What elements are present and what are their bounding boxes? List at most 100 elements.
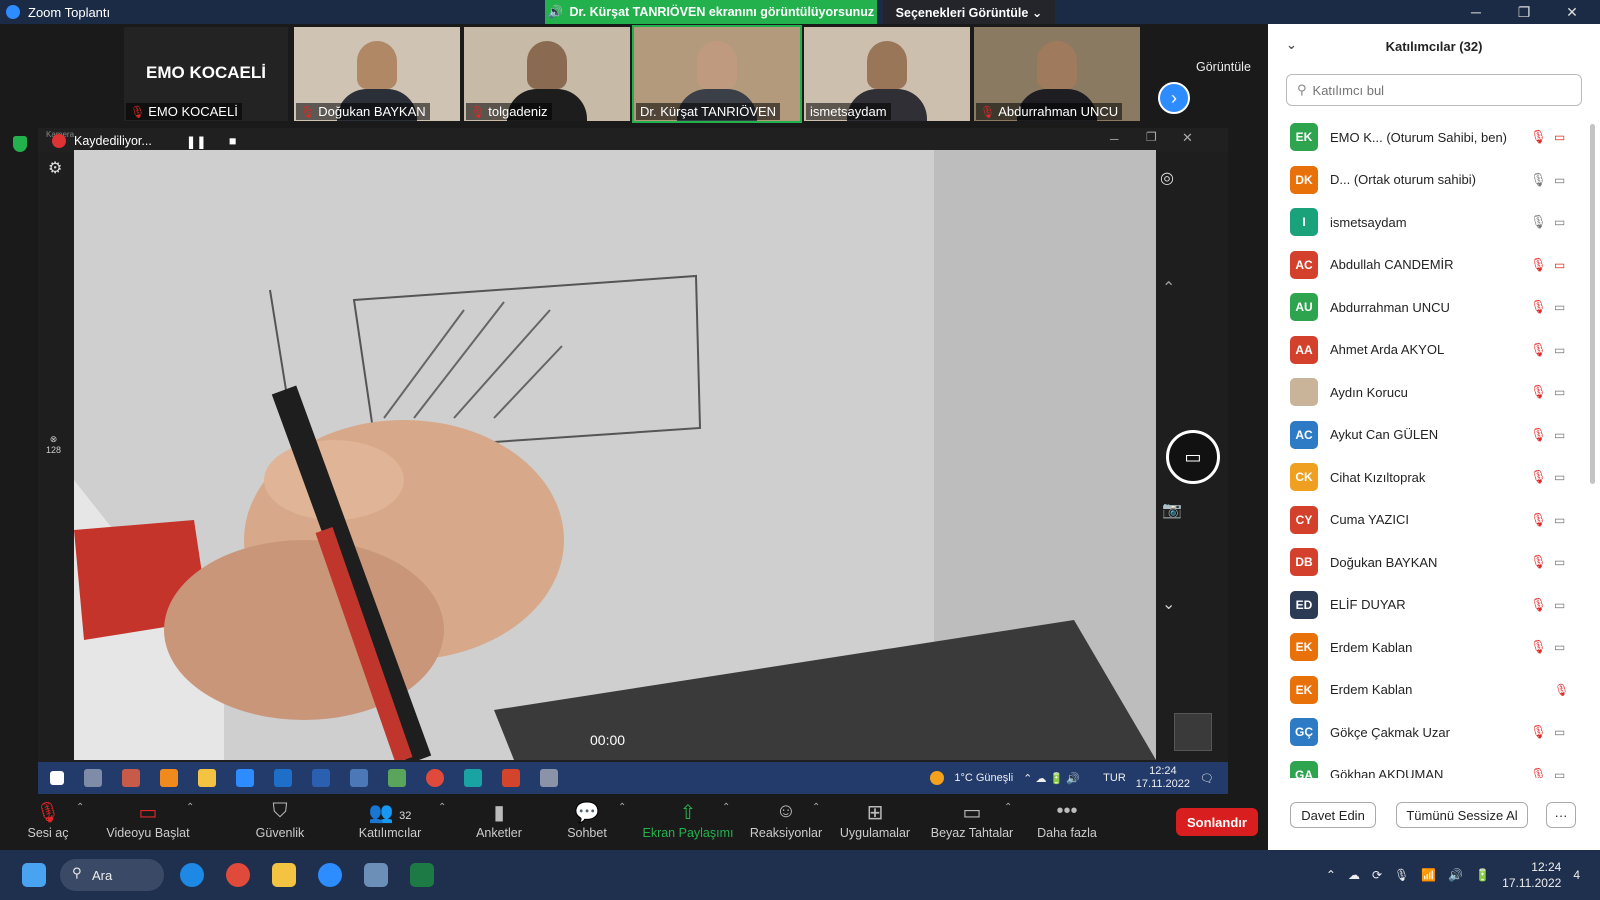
mic-muted-icon[interactable]: 🎙 [1530,512,1547,528]
security-button[interactable]: ⛉ Güvenlik [235,800,325,840]
participant-row[interactable]: GÇ Gökçe Çakmak Uzar 🎙 ▭ [1268,711,1588,754]
chevron-down-icon[interactable]: ⌄ [1162,594,1175,614]
mic-muted-icon[interactable]: 🎙 [1530,257,1547,273]
mic-muted-icon[interactable]: 🎙 [1530,767,1547,778]
video-icon[interactable]: ▭ [1554,513,1565,527]
pause-recording-icon[interactable]: ❚❚ [186,134,207,149]
mic-muted-icon[interactable]: 🎙 [1530,129,1547,145]
video-icon[interactable]: ▭ [1554,385,1565,399]
mic-muted-icon[interactable]: 🎙 [1530,597,1547,613]
video-icon[interactable]: ▭ [1554,173,1565,187]
video-tile[interactable]: EMO KOCAELİ 🎙 EMO KOCAELİ [124,27,288,121]
participant-row[interactable]: EK Erdem Kablan 🎙 ▭ [1268,626,1588,669]
view-options-button[interactable]: Seçenekleri Görüntüle ⌄ [883,0,1055,24]
search-input[interactable] [1312,82,1553,98]
video-tile[interactable]: 🎙 Doğukan BAYKAN [294,27,460,121]
video-icon[interactable]: ▭ [1554,598,1565,612]
video-tile[interactable]: 🎙 Abdurrahman UNCU [974,27,1140,121]
start-video-button[interactable]: ▭ Videoyu Başlat [103,800,193,840]
volume-icon[interactable]: 🔊 [1448,868,1463,882]
video-record-button[interactable]: ▭ [1166,430,1220,484]
polls-button[interactable]: ▮ Anketler [454,800,544,840]
video-icon[interactable]: ▭ [1554,428,1565,442]
video-icon[interactable]: ▭ [1554,470,1565,484]
chat-options-caret[interactable]: ⌃ [618,802,626,813]
invite-button[interactable]: Davet Edin [1290,802,1376,828]
participants-options-caret[interactable]: ⌃ [438,802,446,813]
participant-row[interactable]: ED ELİF DUYAR 🎙 ▭ [1268,584,1588,627]
video-icon[interactable]: ▭ [1554,555,1565,569]
mic-muted-icon[interactable]: 🎙 [1530,427,1547,443]
chevron-down-icon[interactable]: ⌄ [1286,37,1297,53]
end-meeting-button[interactable]: Sonlandır [1176,808,1258,836]
minimize-icon[interactable]: ─ [1110,132,1119,146]
close-icon[interactable]: ✕ [1182,130,1193,146]
mute-all-button[interactable]: Tümünü Sessize Al [1396,802,1528,828]
whiteboards-options-caret[interactable]: ⌃ [1004,802,1012,813]
participant-row[interactable]: EK EMO K... (Oturum Sahibi, ben) 🎙 ▭ [1268,116,1588,159]
scrollbar[interactable] [1590,124,1595,484]
notepad-icon[interactable] [364,863,388,887]
chrome-icon[interactable] [226,863,250,887]
participant-row[interactable]: Aydın Korucu 🎙 ▭ [1268,371,1588,414]
taskbar-clock[interactable]: 12:24 17.11.2022 [1502,859,1561,891]
close-button[interactable]: ✕ [1548,0,1596,24]
video-icon[interactable]: ▭ [1554,768,1565,778]
encryption-shield-icon[interactable] [13,136,27,152]
photo-mode-icon[interactable]: 📷 [1162,500,1182,520]
mic-muted-icon[interactable]: 🎙 [1530,554,1547,570]
video-off-icon[interactable]: ▭ [1554,258,1565,272]
sync-icon[interactable]: ⟳ [1372,868,1382,882]
battery-icon[interactable]: 🔋 [1475,868,1490,882]
gallery-next-button[interactable]: › [1158,82,1190,114]
excel-icon[interactable] [410,863,434,887]
mic-icon[interactable]: 🎙 [1530,172,1547,188]
cloud-icon[interactable]: ☁ [1348,868,1360,882]
mic-muted-icon[interactable]: 🎙 [1530,342,1547,358]
view-label[interactable]: Görüntüle [1196,60,1251,74]
last-capture-thumbnail[interactable] [1174,713,1212,751]
video-tile[interactable]: ismetsaydam [804,27,970,121]
panel-more-button[interactable]: ··· [1546,802,1576,828]
camera-switch-icon[interactable]: ◎ [1160,168,1174,188]
taskbar-search[interactable]: ⚲ Ara [60,859,164,891]
participant-row[interactable]: DB Doğukan BAYKAN 🎙 ▭ [1268,541,1588,584]
mic-muted-icon[interactable]: 🎙 [1530,639,1547,655]
video-icon[interactable]: ▭ [1554,215,1565,229]
participants-button[interactable]: 👥 32 Katılımcılar [345,800,435,840]
video-tile[interactable]: 🎙 tolgadeniz [464,27,630,121]
video-icon[interactable]: ▭ [1554,343,1565,357]
tray-chevron-icon[interactable]: ⌃ [1326,868,1336,882]
restore-icon[interactable]: ❐ [1146,130,1157,144]
more-button[interactable]: ••• Daha fazla [1022,800,1112,840]
restore-button[interactable]: ❐ [1500,0,1548,24]
apps-button[interactable]: ⊞ Uygulamalar [830,800,920,840]
mic-muted-icon[interactable]: 🎙 [1530,469,1547,485]
participant-row[interactable]: GA Gökhan AKDUMAN 🎙 ▭ [1268,754,1588,778]
video-icon[interactable]: ▭ [1554,725,1565,739]
reactions-options-caret[interactable]: ⌃ [812,802,820,813]
mic-muted-icon[interactable]: 🎙 [1554,683,1569,697]
mic-icon[interactable]: 🎙 [1530,214,1547,230]
notification-count[interactable]: 4 [1573,868,1580,882]
folder-icon[interactable] [272,863,296,887]
mic-icon[interactable]: 🎙 [1394,868,1409,882]
share-options-caret[interactable]: ⌃ [722,802,730,813]
chevron-up-icon[interactable]: ⌃ [1162,278,1175,298]
video-off-icon[interactable]: ▭ [1554,130,1565,144]
mic-muted-icon[interactable]: 🎙 [1530,299,1547,315]
minimize-button[interactable]: ─ [1452,0,1500,24]
participant-row[interactable]: Iismetsaydam 🎙 ▭ [1268,201,1588,244]
participant-row[interactable]: AC Aykut Can GÜLEN 🎙 ▭ [1268,414,1588,457]
participant-row[interactable]: AU Abdurrahman UNCU 🎙 ▭ [1268,286,1588,329]
participant-row[interactable]: AC Abdullah CANDEMİR 🎙 ▭ [1268,244,1588,287]
stop-recording-icon[interactable]: ■ [229,134,237,148]
video-icon[interactable]: ▭ [1554,640,1565,654]
audio-options-caret[interactable]: ⌃ [76,802,84,813]
video-tile-active-speaker[interactable]: Dr. Kürşat TANRIÖVEN [632,25,802,123]
windows-start-icon[interactable] [22,863,46,887]
participant-row[interactable]: CK Cihat Kızıltoprak 🎙 ▭ [1268,456,1588,499]
mic-muted-icon[interactable]: 🎙 [1530,384,1547,400]
video-options-caret[interactable]: ⌃ [186,802,194,813]
video-icon[interactable]: ▭ [1554,300,1565,314]
